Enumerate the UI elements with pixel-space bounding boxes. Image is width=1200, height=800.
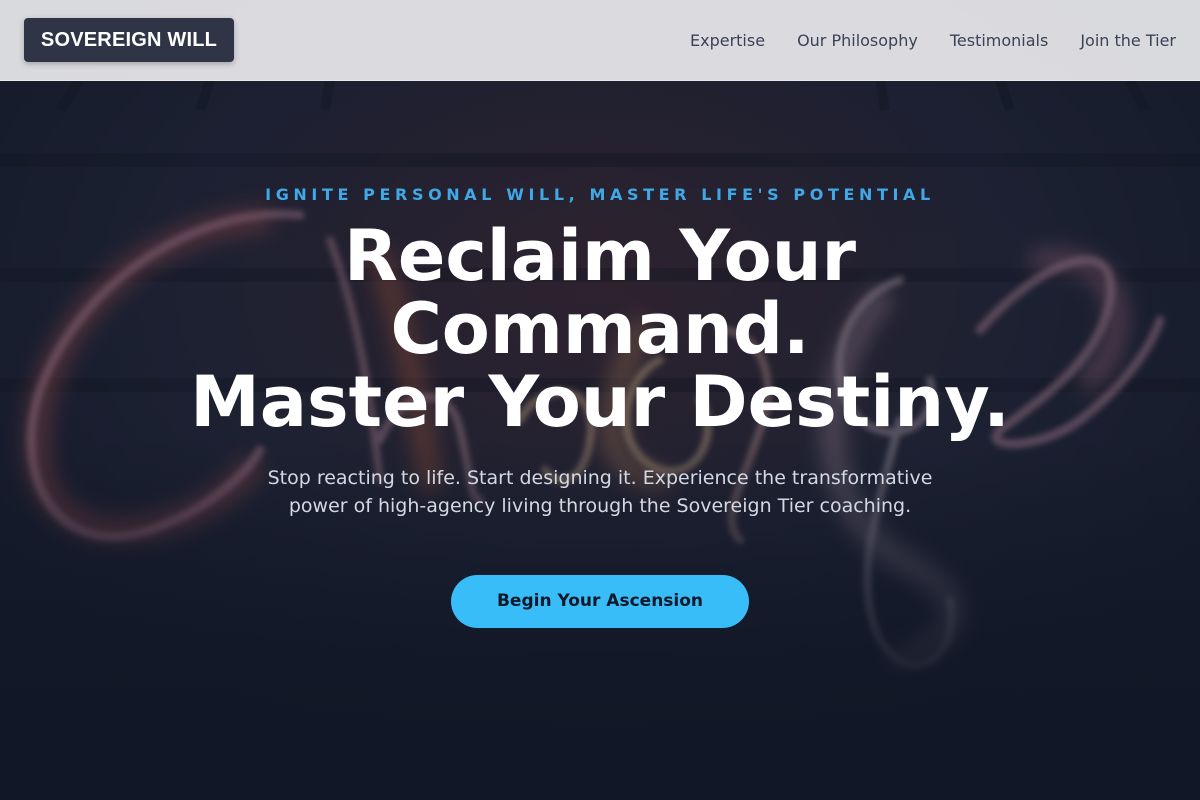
hero-section: IGNITE PERSONAL WILL, MASTER LIFE'S POTE…: [0, 0, 1200, 800]
hero-subtext: Stop reacting to life. Start designing i…: [267, 467, 933, 517]
hero-headline-line: Command.: [390, 288, 810, 370]
nav-link-testimonials[interactable]: Testimonials: [950, 31, 1049, 50]
nav-link-expertise[interactable]: Expertise: [690, 31, 765, 50]
nav-link-our-philosophy[interactable]: Our Philosophy: [797, 31, 918, 50]
navbar: SOVEREIGN WILL Expertise Our Philosophy …: [0, 0, 1200, 81]
nav-links: Expertise Our Philosophy Testimonials Jo…: [690, 0, 1176, 80]
hero-headline-line: Reclaim Your: [343, 215, 857, 297]
hero-eyebrow: IGNITE PERSONAL WILL, MASTER LIFE'S POTE…: [265, 185, 935, 204]
hero-headline-line: Master Your Destiny.: [190, 361, 1010, 443]
nav-link-join-the-tier[interactable]: Join the Tier: [1080, 31, 1176, 50]
begin-ascension-button[interactable]: Begin Your Ascension: [451, 575, 749, 628]
brand-logo[interactable]: SOVEREIGN WILL: [24, 18, 234, 62]
hero-headline: Reclaim Your Command. Master Your Destin…: [0, 220, 1200, 439]
